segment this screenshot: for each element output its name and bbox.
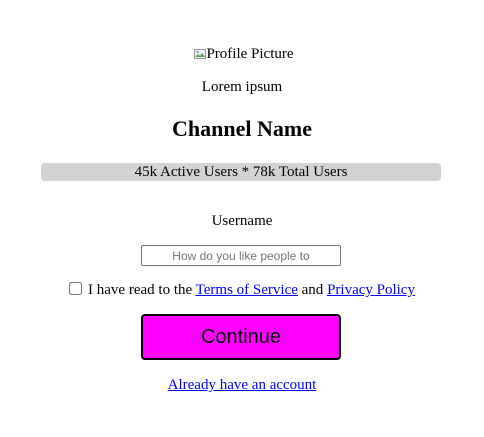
continue-button[interactable]: Continue — [141, 314, 341, 360]
user-stats-text: 45k Active Users * 78k Total Users — [134, 164, 348, 180]
profile-picture-image: Profile Picture — [194, 45, 294, 63]
privacy-policy-link[interactable]: Privacy Policy — [327, 282, 415, 298]
channel-name: Channel Name — [172, 116, 312, 141]
signup-page: Profile Picture Lorem ipsum Channel Name… — [0, 0, 484, 437]
terms-checkbox[interactable] — [69, 282, 83, 295]
terms-row: I have read to the Terms of Service and … — [0, 281, 484, 299]
username-input[interactable] — [141, 245, 341, 266]
terms-prefix-text: I have read to the — [88, 282, 193, 298]
terms-conjunction-text: and — [301, 282, 324, 298]
username-label: Username — [211, 213, 273, 229]
profile-picture-alt-text: Profile Picture — [206, 45, 294, 62]
login-link-row: Already have an account — [0, 376, 484, 394]
profile-picture: Profile Picture — [0, 44, 484, 63]
subtitle: Lorem ipsum — [201, 79, 283, 95]
user-stats-bar: 45k Active Users * 78k Total Users — [41, 163, 441, 181]
broken-image-icon — [194, 48, 207, 59]
terms-of-service-link[interactable]: Terms of Service — [196, 282, 298, 298]
already-have-account-link[interactable]: Already have an account — [168, 377, 317, 393]
